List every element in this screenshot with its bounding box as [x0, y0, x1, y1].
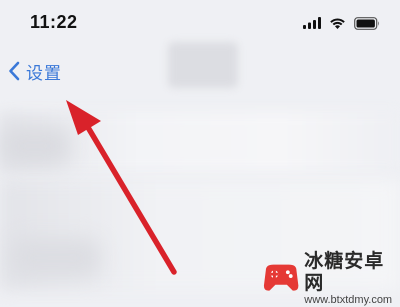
- watermark: 冰糖安卓网 www.btxtdmy.com: [262, 250, 400, 306]
- watermark-title: 冰糖安卓网: [304, 249, 385, 294]
- gamepad-logo-icon: [263, 264, 299, 291]
- settings-screen: 11:22 设置 冰糖安卓网 www.btxtdmy.com: [0, 0, 400, 306]
- watermark-url: www.btxtdmy.com: [304, 293, 393, 306]
